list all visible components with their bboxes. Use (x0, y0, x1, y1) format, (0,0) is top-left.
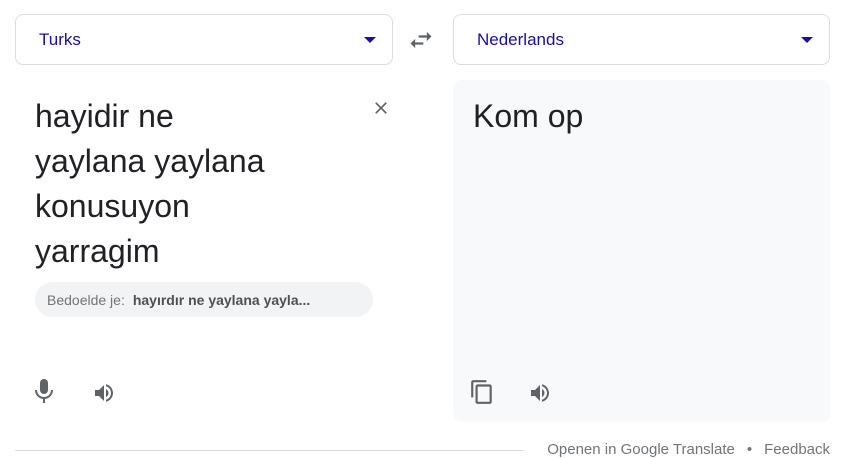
close-icon[interactable] (371, 98, 391, 118)
source-text-input[interactable]: hayidir ne yaylana yaylana konusuyon yar… (35, 94, 335, 274)
target-language-select[interactable]: Nederlands (453, 14, 830, 65)
swap-icon[interactable] (406, 26, 436, 54)
chevron-down-icon (364, 37, 376, 43)
did-you-mean-prefix: Bedoelde je: (47, 291, 125, 308)
copy-icon[interactable] (469, 378, 495, 406)
translation-text: Kom op (473, 98, 584, 134)
speaker-icon[interactable] (91, 381, 117, 405)
open-in-translate-link[interactable]: Openen in Google Translate (547, 441, 735, 458)
footer-divider (15, 450, 524, 451)
target-language-label: Nederlands (477, 30, 564, 49)
speaker-icon[interactable] (527, 381, 553, 405)
footer-separator: • (746, 441, 753, 458)
footer: Openen in Google Translate • Feedback (547, 441, 830, 458)
did-you-mean-suggestion[interactable]: hayırdır ne yaylana yayla... (133, 292, 310, 308)
target-text-panel: Kom op (453, 80, 830, 422)
feedback-link[interactable]: Feedback (764, 441, 830, 458)
chevron-down-icon (801, 37, 813, 43)
source-text-panel: hayidir ne yaylana yaylana konusuyon yar… (15, 80, 393, 422)
source-language-label: Turks (39, 30, 81, 49)
did-you-mean-chip[interactable]: Bedoelde je: hayırdır ne yaylana yayla..… (35, 282, 373, 317)
source-language-select[interactable]: Turks (15, 14, 393, 65)
microphone-icon[interactable] (33, 378, 55, 404)
